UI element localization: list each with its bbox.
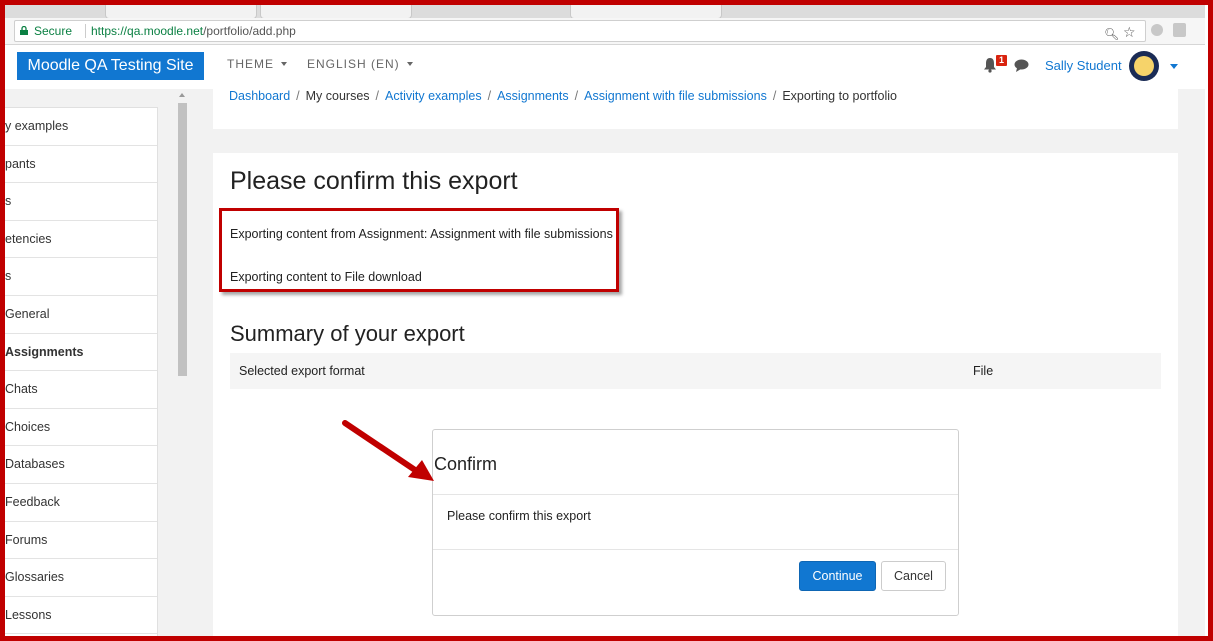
caret-down-icon (281, 62, 287, 66)
url-path: /portfolio/add.php (203, 24, 296, 38)
confirm-dialog: Confirm Please confirm this export Conti… (432, 429, 959, 616)
lock-icon (20, 26, 28, 35)
user-menu-name[interactable]: Sally Student (1045, 58, 1122, 73)
breadcrumb-separator: / (296, 89, 300, 103)
sidebar-item[interactable]: Databases (5, 446, 157, 484)
summary-row-value: File (973, 364, 994, 378)
breadcrumb-item[interactable]: Assignment with file submissions (584, 89, 767, 103)
page-title: Please confirm this export (230, 167, 518, 195)
pdf-extension-icon[interactable] (1173, 23, 1186, 37)
site-brand[interactable]: Moodle QA Testing Site (17, 52, 204, 80)
avatar-face (1134, 56, 1154, 76)
caret-down-icon (406, 62, 413, 66)
sidebar-item[interactable]: Forums (5, 522, 157, 560)
bookmark-star-icon[interactable]: ☆ (1123, 22, 1136, 42)
export-source-text: Exporting content from Assignment: Assig… (230, 227, 613, 241)
site-navbar: Moodle QA Testing Site THEME ENGLISH (EN… (5, 45, 1205, 90)
breadcrumb-item[interactable]: Dashboard (229, 89, 290, 103)
sidebar-scrollbar[interactable] (176, 89, 189, 636)
sidebar-item[interactable]: Lessons (5, 597, 157, 635)
sidebar-item[interactable]: y examples (5, 108, 157, 146)
user-menu-caret-icon[interactable] (1170, 64, 1178, 69)
dialog-message: Please confirm this export (447, 509, 591, 523)
breadcrumb-card: Dashboard / My courses / Activity examples / A… (213, 89, 1178, 129)
zoom-icon[interactable]: 🔍︎ (1104, 24, 1119, 44)
sidebar-item[interactable]: s (5, 258, 157, 296)
browser-tab[interactable] (105, 5, 257, 19)
cancel-button[interactable]: Cancel (881, 561, 946, 591)
breadcrumb-separator: / (772, 89, 777, 103)
url-text: https://qa.moodle.net/portfolio/add.php (91, 21, 296, 41)
breadcrumb-separator: / (487, 89, 492, 103)
message-icon[interactable] (1014, 59, 1029, 72)
browser-tabstrip (5, 5, 1205, 19)
dialog-title: Confirm (434, 454, 498, 474)
sidebar-item[interactable]: Chats (5, 371, 157, 409)
dialog-body: Please confirm this export (433, 495, 958, 550)
summary-table-row: Selected export format File (230, 353, 1161, 389)
url-divider (85, 24, 86, 38)
sidebar-item[interactable]: Assignments (5, 334, 157, 372)
secure-label: Secure (34, 24, 73, 38)
breadcrumb-item[interactable]: Assignments (497, 89, 569, 103)
breadcrumb-separator: / (375, 89, 380, 103)
course-sidebar: y examples pants s etencies s General Assignme… (5, 107, 158, 637)
breadcrumb-item: Exporting to portfolio (782, 89, 897, 103)
sidebar-item[interactable]: Glossaries (5, 559, 157, 597)
scrollbar-thumb[interactable] (178, 103, 187, 376)
sidebar-item[interactable]: s (5, 183, 157, 221)
bell-icon[interactable] (983, 57, 997, 73)
sidebar-item[interactable]: pants (5, 146, 157, 184)
export-destination-text: Exporting content to File download (230, 270, 422, 284)
sidebar-item[interactable]: Feedback (5, 484, 157, 522)
sidebar-item[interactable]: General (5, 296, 157, 334)
annotation-arrow-icon (342, 420, 434, 481)
theme-menu[interactable]: THEME (227, 57, 287, 71)
breadcrumb-item: My courses (305, 89, 370, 103)
notification-badge: 1 (996, 55, 1007, 66)
url-bar[interactable]: Secure https://qa.moodle.net/portfolio/a… (14, 20, 1146, 42)
browser-tab[interactable] (570, 5, 722, 19)
breadcrumb: Dashboard / My courses / Activity examples / A… (229, 89, 897, 103)
language-menu-label: ENGLISH (EN) (307, 57, 400, 71)
url-host: https://qa.moodle.net (91, 24, 204, 38)
sidebar-item[interactable]: etencies (5, 221, 157, 259)
dialog-header: Confirm (433, 430, 958, 495)
breadcrumb-separator: / (574, 89, 579, 103)
scroll-up-arrow-icon[interactable] (179, 93, 185, 97)
language-menu[interactable]: ENGLISH (EN) (307, 57, 413, 71)
breadcrumb-item[interactable]: Activity examples (385, 89, 482, 103)
sidebar-item[interactable]: Choices (5, 409, 157, 447)
theme-menu-label: THEME (227, 57, 274, 71)
summary-title: Summary of your export (230, 321, 465, 346)
extension-icon[interactable] (1151, 24, 1163, 36)
export-info-highlight: Exporting content from Assignment: Assig… (219, 208, 619, 292)
browser-toolbar: Secure https://qa.moodle.net/portfolio/a… (5, 18, 1205, 45)
browser-tab[interactable] (260, 5, 412, 19)
user-avatar[interactable] (1129, 51, 1159, 81)
summary-row-label: Selected export format (239, 364, 365, 378)
continue-button[interactable]: Continue (799, 561, 876, 591)
